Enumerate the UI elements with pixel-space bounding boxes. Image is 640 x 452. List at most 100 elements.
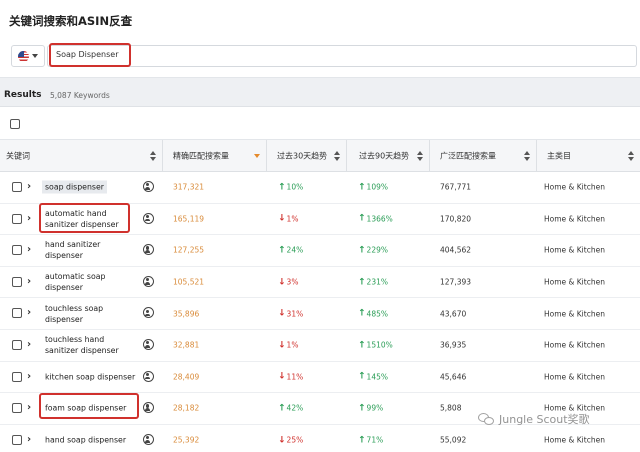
chevron-right-icon[interactable]: › — [27, 434, 31, 445]
trend-90-value: 109% — [366, 182, 388, 192]
keyword-text[interactable]: hand soap dispenser — [45, 435, 126, 446]
marketplace-dropdown[interactable] — [11, 45, 45, 67]
table-row[interactable]: › touchless soap dispenser 35,896 ↓ 31% … — [0, 298, 640, 330]
keyword-text[interactable]: kitchen soap dispenser — [45, 371, 135, 382]
column-header-category[interactable]: 主类目 — [537, 140, 640, 172]
trend-30: ↓ 11% — [278, 372, 303, 381]
keyword-text[interactable]: soap dispenser — [42, 180, 107, 194]
keyword-text[interactable]: touchless hand sanitizer dispenser — [45, 334, 137, 356]
table-row[interactable]: › automatic hand sanitizer dispenser 165… — [0, 203, 640, 236]
product-detail-icon[interactable] — [143, 212, 154, 224]
column-header-broad-volume[interactable]: 广泛匹配搜索量 — [430, 140, 537, 172]
trend-90: ↑ 1510% — [358, 341, 393, 350]
exact-volume: 105,521 — [173, 277, 205, 287]
product-detail-icon[interactable] — [143, 307, 154, 319]
chevron-right-icon[interactable]: › — [27, 213, 31, 224]
trend-90: ↑ 99% — [358, 404, 383, 413]
trend-up-icon: ↑ — [358, 213, 366, 224]
product-detail-icon[interactable] — [143, 181, 154, 192]
trend-up-icon: ↑ — [278, 245, 286, 256]
chevron-right-icon[interactable]: › — [27, 339, 31, 350]
table-header: 关键词 精确匹配搜索量 过去30天趋势 过去90天趋势 广泛匹配搜索量 主类目 — [0, 140, 640, 172]
trend-30-value: 1% — [286, 214, 299, 224]
row-checkbox[interactable] — [12, 213, 22, 224]
trend-90-value: 1510% — [366, 340, 393, 350]
trend-up-icon: ↑ — [358, 435, 366, 446]
broad-volume: 170,820 — [440, 214, 472, 224]
product-detail-icon[interactable] — [143, 433, 154, 445]
column-header-trend-90[interactable]: 过去90天趋势 — [347, 140, 430, 172]
row-checkbox[interactable] — [12, 245, 22, 256]
trend-up-icon: ↑ — [358, 182, 366, 193]
sort-icon — [628, 151, 634, 161]
row-checkbox[interactable] — [12, 403, 22, 414]
trend-up-icon: ↑ — [358, 340, 366, 351]
chevron-right-icon[interactable]: › — [27, 307, 31, 318]
chevron-right-icon[interactable]: › — [27, 244, 31, 255]
table-row[interactable]: › kitchen soap dispenser 28,409 ↓ 11% ↑ … — [0, 361, 640, 394]
trend-90: ↑ 109% — [358, 183, 388, 192]
trend-30: ↑ 42% — [278, 404, 303, 413]
product-detail-icon[interactable] — [143, 244, 154, 256]
trend-90: ↑ 145% — [358, 372, 388, 381]
column-header-keyword[interactable]: 关键词 — [0, 140, 163, 172]
keyword-text[interactable]: touchless soap dispenser — [45, 303, 137, 325]
row-checkbox[interactable] — [12, 276, 22, 287]
keyword-text[interactable]: foam soap dispenser — [45, 403, 126, 414]
row-checkbox[interactable] — [12, 371, 22, 382]
trend-30: ↓ 3% — [278, 278, 298, 287]
column-header-exact-volume[interactable]: 精确匹配搜索量 — [163, 140, 267, 172]
keyword-text[interactable]: hand sanitizer dispenser — [45, 239, 137, 261]
table-row[interactable]: › soap dispenser 317,321 ↑ 10% ↑ 109% 76… — [0, 172, 640, 204]
trend-up-icon: ↑ — [358, 371, 366, 382]
search-input[interactable] — [56, 50, 356, 59]
trend-30: ↓ 1% — [278, 341, 298, 350]
trend-down-icon: ↓ — [278, 371, 286, 382]
trend-30-value: 25% — [286, 435, 304, 445]
product-detail-icon[interactable] — [143, 339, 154, 350]
keyword-text[interactable]: automatic soap dispenser — [45, 271, 137, 293]
product-detail-icon[interactable] — [143, 275, 154, 287]
trend-30-value: 42% — [286, 403, 304, 413]
results-label: Results — [4, 90, 42, 100]
category: Home & Kitchen — [544, 435, 605, 445]
sort-icon — [417, 151, 423, 161]
keyword-text[interactable]: automatic hand sanitizer dispenser — [45, 208, 137, 230]
trend-90-value: 485% — [366, 309, 388, 319]
trend-90: ↑ 1366% — [358, 214, 393, 223]
trend-30-value: 24% — [286, 245, 304, 255]
trend-90-value: 1366% — [366, 214, 393, 224]
chevron-right-icon[interactable]: › — [27, 371, 31, 382]
trend-30: ↑ 10% — [278, 183, 303, 192]
table-row[interactable]: › automatic soap dispenser 105,521 ↓ 3% … — [0, 266, 640, 299]
page-title: 关键词搜索和ASIN反查 — [9, 14, 133, 28]
trend-up-icon: ↑ — [358, 308, 366, 319]
exact-volume: 32,881 — [173, 340, 200, 350]
row-checkbox[interactable] — [12, 182, 22, 192]
table-row[interactable]: › hand soap dispenser 25,392 ↓ 25% ↑ 71%… — [0, 424, 640, 452]
broad-volume: 767,771 — [440, 182, 472, 192]
top-panel: 关键词搜索和ASIN反查 — [0, 0, 640, 78]
category: Home & Kitchen — [544, 245, 605, 255]
select-all-checkbox[interactable] — [10, 119, 20, 129]
column-header-trend-30[interactable]: 过去30天趋势 — [267, 140, 347, 172]
table-row[interactable]: › hand sanitizer dispenser 127,255 ↑ 24%… — [0, 235, 640, 267]
search-box[interactable] — [47, 45, 637, 67]
product-detail-icon[interactable] — [143, 370, 154, 382]
trend-up-icon: ↑ — [358, 403, 366, 414]
product-detail-icon[interactable] — [143, 402, 154, 414]
sort-icon — [524, 151, 530, 161]
row-checkbox[interactable] — [12, 434, 22, 445]
row-checkbox[interactable] — [12, 340, 22, 350]
trend-30-value: 11% — [286, 372, 304, 382]
trend-90: ↑ 229% — [358, 246, 388, 255]
chevron-right-icon[interactable]: › — [27, 276, 31, 287]
trend-30: ↓ 1% — [278, 214, 298, 223]
chevron-right-icon[interactable]: › — [27, 402, 31, 413]
trend-up-icon: ↑ — [358, 245, 366, 256]
table-row[interactable]: › touchless hand sanitizer dispenser 32,… — [0, 330, 640, 362]
chevron-right-icon[interactable]: › — [27, 181, 31, 192]
trend-30-value: 31% — [286, 309, 304, 319]
row-checkbox[interactable] — [12, 308, 22, 319]
trend-down-icon: ↓ — [278, 435, 286, 446]
